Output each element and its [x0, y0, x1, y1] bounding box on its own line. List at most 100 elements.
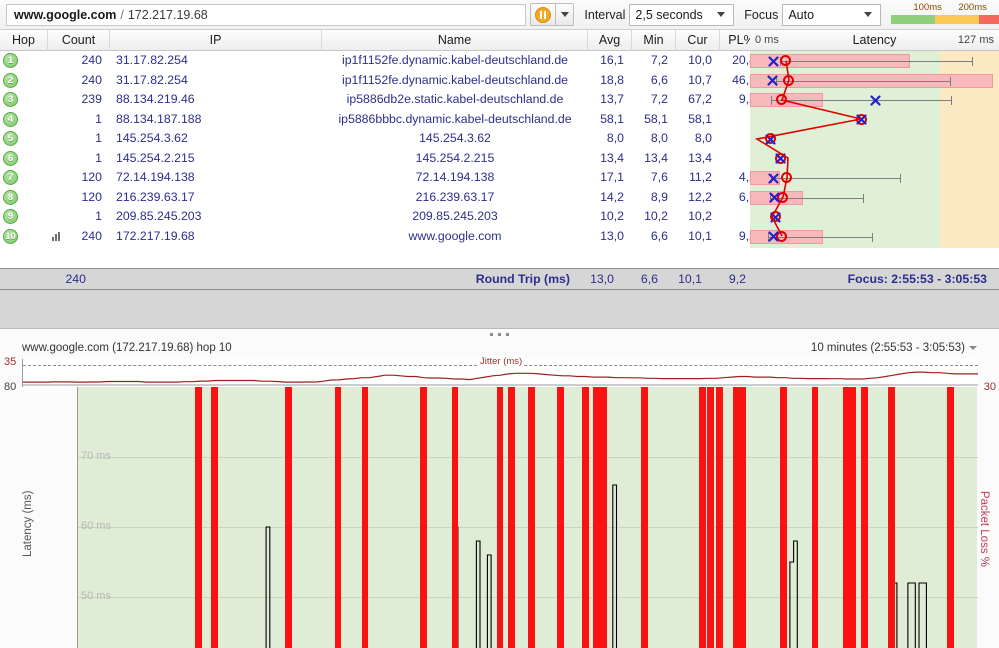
pause-button[interactable]: [530, 3, 556, 26]
packet-loss-bar: [888, 387, 895, 648]
chevron-down-icon: [969, 346, 977, 350]
packet-loss-bar: [451, 387, 459, 648]
summary-avg: 13,0: [590, 272, 614, 286]
name-cell: 209.85.245.203: [412, 209, 498, 223]
plot-area[interactable]: 10 ms20 ms30 ms40 ms50 ms60 ms70 ms: [77, 387, 978, 648]
address-bar[interactable]: www.google.com / 172.217.19.68: [6, 3, 526, 26]
address-ip: 172.217.19.68: [127, 7, 208, 22]
focus-select[interactable]: Auto: [782, 3, 882, 26]
plot-inner: 10 ms20 ms30 ms40 ms50 ms60 ms70 ms: [78, 387, 978, 648]
legend-tick-100ms: 100ms: [913, 1, 942, 13]
hop-cell: 4: [0, 110, 48, 130]
packet-loss-axis-max-label: 30: [983, 381, 996, 393]
avg-cell: 18,8: [600, 72, 624, 87]
packet-loss-bar: [195, 387, 202, 648]
address-separator: /: [120, 7, 124, 22]
ip-cell: 145.254.3.62: [116, 131, 188, 145]
count-cell: 240: [81, 53, 102, 67]
chevron-down-icon: [560, 12, 569, 17]
hop-badge: 5: [3, 131, 18, 147]
name-cell: 72.14.194.138: [415, 170, 495, 184]
column-header-hop[interactable]: Hop: [0, 29, 48, 51]
address-host: www.google.com: [14, 7, 117, 22]
row-icon-cell: [48, 71, 64, 91]
row-icon-cell: [48, 90, 64, 110]
packet-loss-bar: [699, 387, 706, 648]
name-cell: 145.254.2.215: [415, 150, 495, 165]
latency-color-legend: 100ms 200ms: [891, 1, 999, 28]
hop-cell: 6: [0, 149, 48, 169]
cur-cell: 13,4: [688, 150, 712, 165]
legend-gradient-bar: [891, 14, 999, 24]
timeline-title: www.google.com (172.217.19.68) hop 10: [22, 342, 232, 354]
hop-cell: 1: [0, 51, 48, 71]
name-cell: 216.239.63.17: [415, 189, 495, 204]
ip-cell: 72.14.194.138: [116, 170, 195, 184]
timeline-panel: www.google.com (172.217.19.68) hop 10 10…: [0, 328, 999, 648]
count-cell: 1: [95, 209, 102, 223]
legend-tick-200ms: 200ms: [958, 1, 987, 13]
count-cell: 240: [81, 72, 102, 87]
avg-cell: 16,1: [600, 53, 624, 67]
packet-loss-bar: [420, 387, 427, 648]
row-icon-cell: [48, 110, 64, 130]
column-header-cur[interactable]: Cur: [676, 29, 720, 51]
column-header-ip[interactable]: IP: [110, 29, 322, 51]
pause-dropdown-button[interactable]: [555, 3, 575, 26]
packet-loss-bar: [733, 387, 747, 648]
column-header-count[interactable]: Count: [48, 29, 110, 51]
avg-cell: 13,0: [600, 228, 624, 243]
count-cell: 1: [95, 150, 102, 165]
min-cell: 58,1: [644, 111, 668, 126]
ip-cell: 216.239.63.17: [116, 189, 195, 204]
packet-loss-bar: [508, 387, 515, 648]
column-header-min[interactable]: Min: [632, 29, 676, 51]
latency-axis-max: 127 ms: [957, 34, 994, 46]
latency-loss-chart[interactable]: Latency (ms) Packet Loss % 0 10 ms20 ms3…: [22, 387, 990, 648]
row-icon-cell: [48, 149, 64, 169]
timeline-range-select[interactable]: 10 minutes (2:55:53 - 3:05:53): [811, 339, 977, 357]
packet-loss-bar: [707, 387, 714, 648]
cur-cell: 67,2: [688, 92, 712, 106]
packet-loss-bar: [582, 387, 589, 648]
packet-loss-bar: [285, 387, 292, 648]
packet-loss-bar: [600, 387, 607, 648]
packet-loss-bar: [716, 387, 723, 648]
jitter-chart[interactable]: Jitter (ms): [22, 356, 978, 387]
column-header-name[interactable]: Name: [322, 29, 588, 51]
cur-cell: 10,2: [688, 209, 712, 223]
summary-cur: 10,1: [678, 272, 702, 286]
name-cell: ip1f1152fe.dynamic.kabel-deutschland.de: [341, 53, 569, 67]
name-cell: ip1f1152fe.dynamic.kabel-deutschland.de: [341, 72, 569, 87]
name-cell: 145.254.3.62: [419, 131, 491, 145]
ip-cell: 145.254.2.215: [116, 150, 195, 165]
cur-cell: 58,1: [688, 111, 712, 126]
latency-graph-column: 0 ms Latency 127 ms: [750, 30, 999, 260]
cur-cell: 10,1: [688, 228, 712, 243]
count-cell: 120: [81, 170, 102, 184]
focus-chevron-down-icon: [861, 12, 875, 17]
column-header-avg[interactable]: Avg: [588, 29, 632, 51]
min-cell: 8,0: [650, 131, 668, 145]
count-cell: 120: [81, 189, 102, 204]
summary-focus-range: Focus: 2:55:53 - 3:05:53: [847, 272, 987, 286]
interval-select[interactable]: 2,5 seconds: [629, 3, 735, 26]
hop-cell: 2: [0, 71, 48, 91]
ip-cell: 31.17.82.254: [116, 72, 188, 87]
latency-axis-max-label: 80: [4, 381, 17, 393]
packet-loss-bar: [496, 387, 504, 648]
ip-cell: 88.134.187.188: [116, 111, 202, 126]
bar-chart-icon[interactable]: [52, 231, 60, 241]
packet-loss-bar: [592, 387, 600, 648]
packet-loss-bar: [861, 387, 868, 648]
cur-cell: 10,0: [688, 53, 712, 67]
interval-label: Interval: [584, 7, 626, 22]
name-cell: www.google.com: [408, 228, 502, 243]
min-cell: 6,6: [650, 72, 668, 87]
packet-loss-bar: [641, 387, 649, 648]
summary-min: 6,6: [640, 272, 658, 286]
ip-cell: 31.17.82.254: [116, 53, 188, 67]
summary-row: 240 Round Trip (ms) 13,0 6,6 10,1 9,2 Fo…: [0, 268, 999, 290]
panel-resize-grip[interactable]: [0, 330, 999, 339]
hop-cell: 9: [0, 207, 48, 227]
